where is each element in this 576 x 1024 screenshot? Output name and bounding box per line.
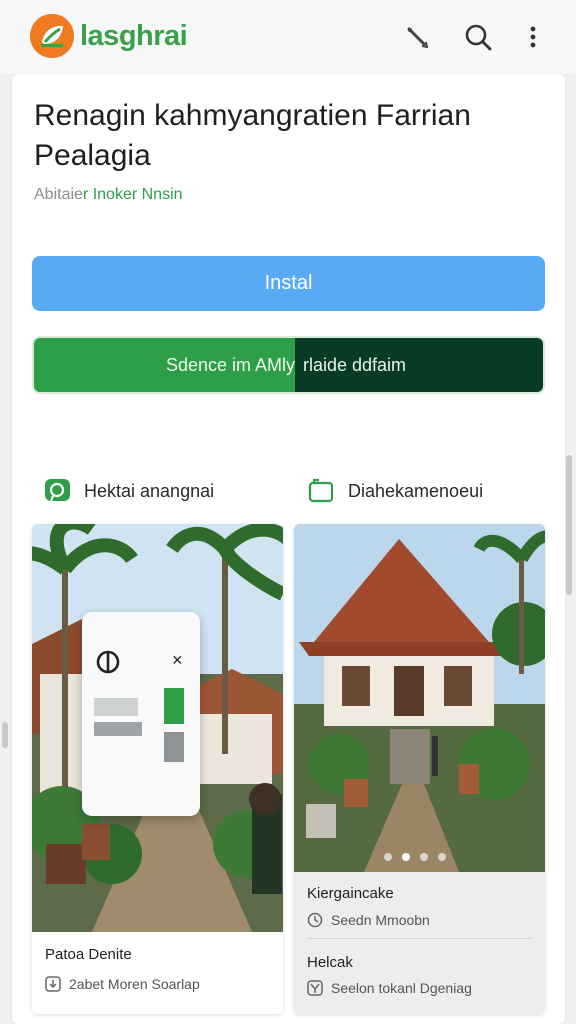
section-header-right[interactable]: Diahekamenoeui xyxy=(308,476,483,506)
card-right-meta-text: Seedn Mmoobn xyxy=(331,912,430,928)
card-right-meta-text-2: Seelon tokanl Dgeniag xyxy=(331,980,472,996)
leaf-logo-icon[interactable] xyxy=(30,14,74,58)
chat-bubble-icon xyxy=(44,477,72,505)
photo-card-left[interactable]: × Patoa Denite 2abet Moren Soarlap xyxy=(32,524,283,1014)
card-left-meta-text: 2abet Moren Soarlap xyxy=(69,976,200,992)
install-button[interactable]: Instal xyxy=(32,256,545,311)
search-icon[interactable] xyxy=(463,22,493,52)
subtitle-highlight: r Inoker Nnsin xyxy=(82,186,183,203)
card-left-title: Patoa Denite xyxy=(45,946,132,963)
download-icon xyxy=(45,976,61,992)
divider xyxy=(307,938,532,939)
carousel-dot[interactable] xyxy=(438,853,446,861)
card-right-meta: Seedn Mmoobn xyxy=(307,912,430,928)
card-right-title: Kiergaincake xyxy=(307,885,394,902)
card-right-title-2: Helcak xyxy=(307,954,353,971)
clock-icon xyxy=(307,912,323,928)
split-action-button[interactable]: Sdence im AMly rlaide ddfaim xyxy=(32,336,545,394)
app-bar: lasghrai xyxy=(0,0,576,74)
more-vert-icon[interactable] xyxy=(518,22,548,52)
split-left-label[interactable]: Sdence im AMly xyxy=(34,338,295,392)
carousel-dot[interactable] xyxy=(402,853,410,861)
card-left-meta: 2abet Moren Soarlap xyxy=(45,976,200,992)
carousel-dot[interactable] xyxy=(384,853,392,861)
close-icon[interactable]: × xyxy=(172,650,183,671)
card-right-meta-2: Seelon tokanl Dgeniag xyxy=(307,980,472,996)
photo-card-right[interactable]: Kiergaincake Seedn Mmoobn Helcak Seelon … xyxy=(294,524,545,1014)
popup-card[interactable]: × xyxy=(82,612,200,816)
subtitle-prefix: Abitaie xyxy=(34,186,83,203)
section-label-left: Hektai anangnai xyxy=(84,480,215,501)
page-title: Renagin kahmyangratien Farrian Pealagia xyxy=(34,99,471,172)
folder-icon xyxy=(308,477,336,505)
section-header-left[interactable]: Hektai anangnai xyxy=(44,476,214,506)
carousel-dot[interactable] xyxy=(420,853,428,861)
scrollbar[interactable] xyxy=(566,455,572,595)
village-photo-right[interactable] xyxy=(294,524,545,872)
scroll-indicator-left[interactable] xyxy=(2,722,8,748)
edit-icon[interactable] xyxy=(402,22,432,52)
filter-icon xyxy=(307,980,323,996)
subtitle: Abitaier Inoker Nnsin xyxy=(34,186,183,204)
section-label-right: Diahekamenoeui xyxy=(348,480,484,501)
carousel-dots[interactable] xyxy=(384,853,446,861)
brand-name: lasghrai xyxy=(80,20,188,52)
split-right-label[interactable]: rlaide ddfaim xyxy=(295,338,543,392)
